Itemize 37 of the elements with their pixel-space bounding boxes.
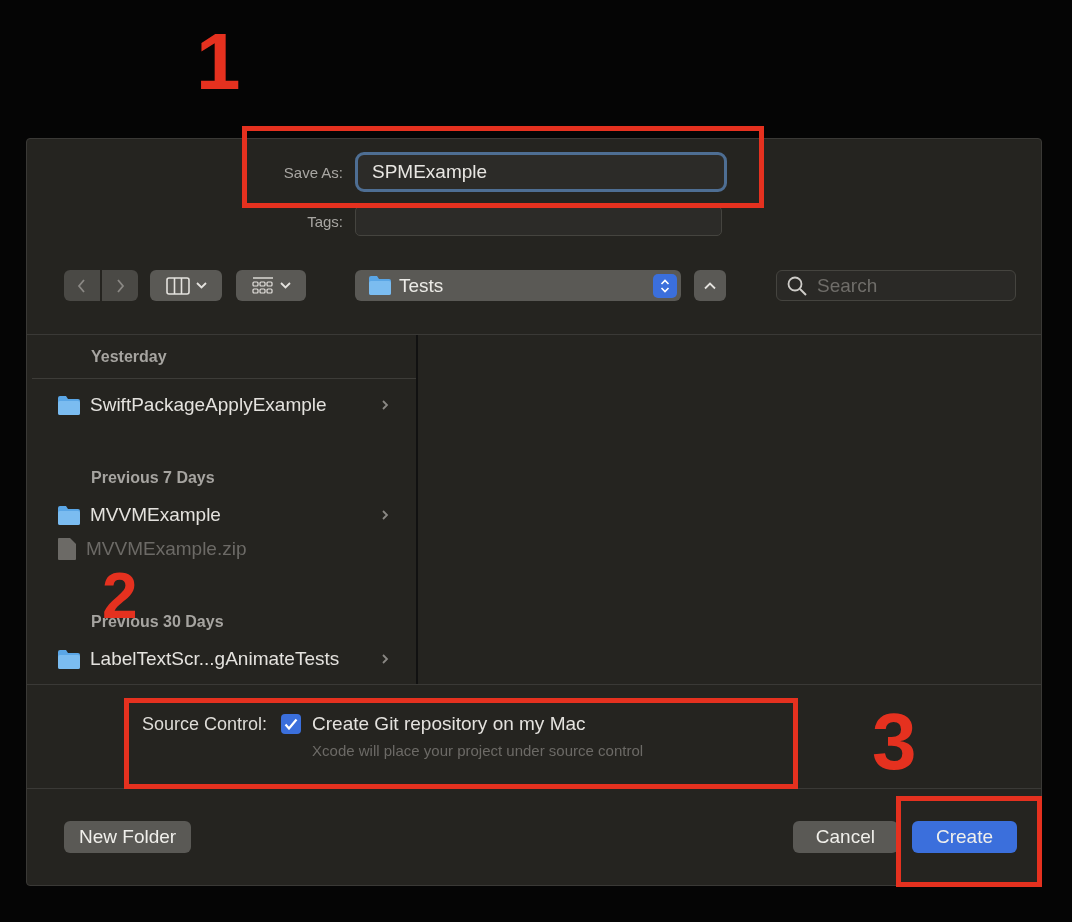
folder-icon xyxy=(58,395,80,415)
file-list-item[interactable]: LabelTextScr...gAnimateTests xyxy=(32,642,416,676)
step-number: 3 xyxy=(872,712,917,772)
columns-icon xyxy=(165,276,190,295)
caret-icon xyxy=(195,282,207,289)
field-label: Tags: xyxy=(307,212,343,230)
hint-text: Xcode will place your project under source control xyxy=(312,742,644,759)
git-checkbox[interactable]: Create Git repository on my Mac xyxy=(281,713,644,735)
cancel-button[interactable]: Cancel xyxy=(792,821,898,853)
create-button[interactable]: Create xyxy=(911,821,1017,853)
search-icon xyxy=(787,275,807,296)
document-icon xyxy=(58,538,76,560)
field-label: Save As: xyxy=(283,163,343,181)
caret-up-icon xyxy=(704,281,716,290)
group-button[interactable] xyxy=(236,270,306,301)
chevron-icon xyxy=(115,277,125,294)
expand-button[interactable] xyxy=(694,270,726,301)
chevron-icon xyxy=(77,277,87,294)
grid-icon xyxy=(251,276,274,295)
location-popup[interactable]: Tests xyxy=(355,270,681,301)
view-mode-button[interactable] xyxy=(150,270,222,301)
section-header: Yesterday xyxy=(32,335,416,379)
new-folder-button[interactable]: New Folder xyxy=(64,821,192,853)
caret-icon xyxy=(279,282,291,289)
file-list-item[interactable]: MVVMExample xyxy=(32,498,416,532)
folder-icon xyxy=(58,649,80,669)
search-bar[interactable]: Search xyxy=(776,270,1016,301)
section-header: Previous 7 Days xyxy=(90,468,216,488)
step-number: 1 xyxy=(196,32,241,92)
option-label: Source Control: xyxy=(142,714,268,736)
stepper-icon xyxy=(653,273,677,298)
folder-icon xyxy=(58,505,80,525)
folder-icon xyxy=(369,276,391,295)
file-list-item[interactable]: SwiftPackageApplyExample xyxy=(32,388,416,422)
search-input[interactable]: Search xyxy=(815,273,1005,298)
save-as-field[interactable]: SPMExample xyxy=(355,152,727,192)
tags-field[interactable] xyxy=(355,206,722,236)
